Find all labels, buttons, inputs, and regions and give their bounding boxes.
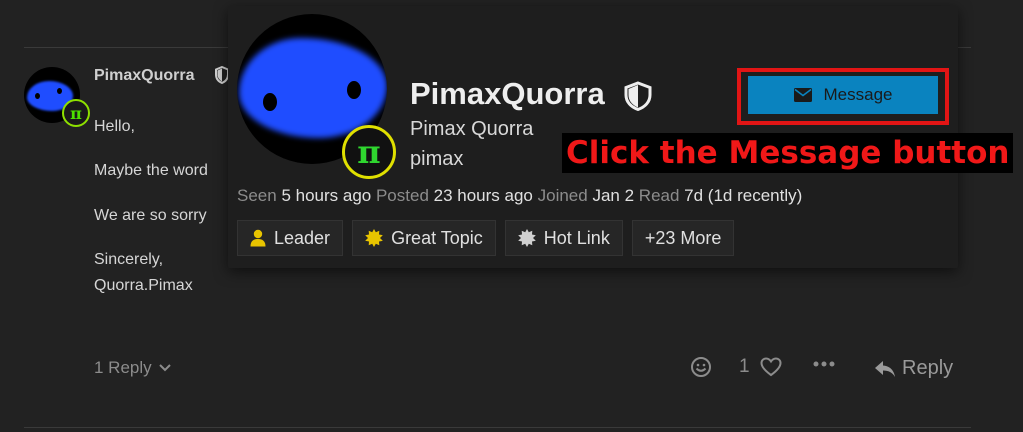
post-body-line: Quorra.Pimax: [94, 277, 193, 294]
replies-label: 1 Reply: [94, 358, 152, 377]
bottom-divider: [24, 427, 971, 428]
post-body-line: Maybe the word: [94, 162, 208, 179]
chevron-down-icon: [158, 364, 171, 372]
stat-value: 5 hours ago: [281, 186, 372, 205]
message-button-label: Message: [823, 85, 893, 104]
emoji-reaction-button[interactable]: [690, 356, 712, 378]
stat-label: Posted: [375, 186, 429, 205]
user-card-username[interactable]: PimaxQuorra: [410, 76, 605, 112]
user-icon: [250, 229, 266, 247]
user-card-handle: pimax: [410, 148, 464, 170]
pi-icon: π: [342, 125, 396, 179]
user-card-badges: Leader Great Topic Hot Link +23 More: [237, 220, 735, 256]
badge-label: Leader: [274, 227, 331, 248]
badge-great-topic[interactable]: Great Topic: [352, 220, 496, 256]
more-actions-button[interactable]: [813, 360, 835, 368]
badge-label: Great Topic: [391, 227, 483, 248]
post-body-line: We are so sorry: [94, 207, 207, 224]
post-body-line: Sincerely,: [94, 251, 164, 268]
message-button[interactable]: Message: [748, 76, 938, 114]
stat-value: Jan 2: [592, 186, 635, 205]
envelope-icon: [793, 88, 812, 102]
pi-icon: π: [62, 99, 90, 127]
user-card-stats: Seen 5 hours ago Posted 23 hours ago Joi…: [237, 186, 802, 206]
reply-label: Reply: [902, 357, 954, 379]
stat-value: 7d (1d recently): [684, 186, 803, 205]
badge-more-button[interactable]: +23 More: [631, 220, 735, 256]
stat-label: Read: [638, 186, 680, 205]
stat-label: Seen: [237, 186, 277, 205]
instruction-annotation: Click the Message button: [562, 133, 1014, 173]
stat-value: 23 hours ago: [433, 186, 533, 205]
stat-label: Joined: [537, 186, 588, 205]
smiley-icon: [691, 357, 711, 377]
badge-hot-link[interactable]: Hot Link: [504, 220, 623, 256]
badge-label: Hot Link: [543, 227, 610, 248]
ellipsis-icon: [813, 361, 835, 367]
like-count: 1: [739, 356, 750, 377]
shield-icon: [215, 66, 229, 84]
certificate-icon: [517, 229, 536, 247]
post-body-line: Hello,: [94, 118, 135, 135]
reply-button[interactable]: Reply: [874, 357, 953, 380]
post-username[interactable]: PimaxQuorra: [94, 67, 194, 85]
like-button[interactable]: 1: [739, 356, 782, 378]
replies-toggle-button[interactable]: 1 Reply: [94, 358, 172, 378]
badge-leader[interactable]: Leader: [237, 220, 344, 256]
user-card-full-name: Pimax Quorra: [410, 118, 534, 140]
badge-label: +23 More: [644, 227, 722, 248]
reply-arrow-icon: [875, 360, 895, 377]
heart-icon: [760, 357, 782, 377]
certificate-icon: [365, 229, 383, 247]
shield-icon: [624, 81, 652, 111]
